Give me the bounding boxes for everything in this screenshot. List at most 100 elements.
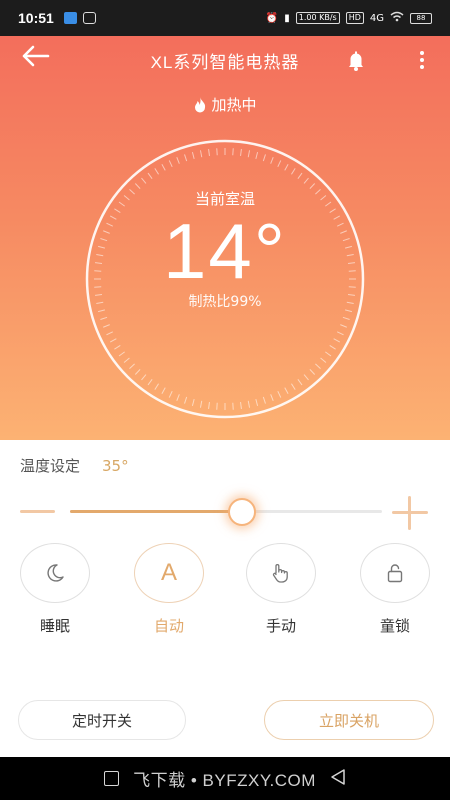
dial-tick — [325, 351, 332, 357]
mode-sleep-label: 睡眠 — [39, 617, 70, 635]
app-notification-icon — [82, 12, 96, 24]
shutdown-button[interactable]: 立即关机 — [264, 700, 434, 740]
temperature-setting: 温度设定 35° — [20, 455, 129, 476]
mode-child-lock[interactable]: 童锁 — [350, 543, 440, 636]
recent-apps-button[interactable] — [104, 771, 120, 786]
slider-fill — [70, 510, 242, 513]
dial-tick — [161, 163, 166, 171]
vibrate-icon: ▮ — [284, 12, 290, 24]
mode-auto-circle[interactable]: A — [134, 543, 204, 603]
dial-tick — [336, 331, 344, 336]
setting-value: 35° — [102, 456, 129, 475]
mode-manual-circle[interactable] — [246, 543, 316, 603]
system-nav-bar: 飞下载 • BYFZXY.COM — [0, 757, 450, 800]
notification-icon — [63, 12, 77, 24]
dial-tick — [106, 331, 114, 336]
dial-tick — [303, 374, 309, 381]
dial-tick — [284, 163, 289, 171]
nav-back-button[interactable] — [330, 768, 346, 790]
dial-tick — [240, 148, 242, 157]
dial-tick — [191, 151, 195, 160]
more-button[interactable] — [414, 48, 430, 72]
mode-sleep-circle[interactable] — [20, 543, 90, 603]
more-vertical-icon — [420, 51, 424, 69]
temperature-slider[interactable] — [70, 498, 382, 526]
mode-child-lock-circle[interactable] — [360, 543, 430, 603]
dial-tick — [109, 338, 117, 343]
dial-tick — [161, 387, 166, 395]
dial-tick — [134, 369, 141, 375]
dial-tick — [100, 316, 108, 320]
watermark-text: 飞下载 • BYFZXY.COM — [133, 771, 316, 790]
notification-button[interactable] — [344, 49, 370, 75]
hd-badge: HD — [345, 12, 364, 24]
moon-icon — [47, 564, 64, 582]
dial-tick — [103, 324, 110, 328]
dial-tick — [303, 177, 309, 184]
slider-thumb[interactable] — [227, 498, 256, 526]
hero-panel: XL系列智能电热器 加热中 当前室温 14° 制热比99% — [0, 36, 450, 440]
dial-tick — [247, 150, 251, 158]
dial-tick — [297, 379, 303, 386]
dial-tick — [277, 160, 282, 168]
dial-tick — [168, 390, 173, 398]
dial-tick — [199, 150, 203, 158]
dial-tick — [208, 148, 210, 157]
mode-sleep[interactable]: 睡眠 — [10, 543, 100, 636]
dial-tick — [168, 160, 173, 168]
dial-tick — [199, 400, 203, 408]
dial-tick — [176, 394, 180, 401]
dial-tick — [262, 396, 266, 404]
network-type: 4G — [369, 12, 384, 24]
flame-icon — [195, 97, 206, 113]
mode-selector: 睡眠 A 自动 手动 童锁 — [0, 543, 450, 643]
dial-tick — [340, 324, 347, 328]
dial-tick — [191, 398, 195, 407]
dial-tick — [147, 172, 153, 179]
heating-status-text: 加热中 — [211, 96, 257, 114]
heat-ratio: 制热比99% — [188, 294, 262, 310]
temperature-dial: 当前室温 14° 制热比99% — [84, 138, 366, 420]
dial-tick — [309, 369, 316, 375]
auto-icon: A — [160, 559, 177, 586]
dial-tick — [184, 396, 188, 404]
dial-tick — [129, 363, 135, 370]
dial-tick — [184, 154, 188, 162]
increase-button[interactable] — [392, 496, 428, 530]
dial-tick — [320, 357, 327, 363]
wifi-icon — [390, 11, 404, 25]
status-time: 10:51 — [18, 10, 54, 26]
dial-tick — [262, 154, 266, 162]
decrease-button[interactable] — [20, 499, 56, 525]
dial-tick — [114, 345, 121, 350]
dial-tick — [255, 398, 259, 407]
dial-tick — [291, 168, 296, 175]
alarm-icon: ⏰ — [265, 12, 279, 24]
triangle-back-icon — [331, 768, 345, 785]
dial-tick — [333, 338, 341, 343]
current-temperature: 14° — [163, 207, 287, 295]
dial-tick — [240, 401, 242, 410]
timer-button[interactable]: 定时开关 — [18, 700, 186, 740]
mode-child-lock-label: 童锁 — [379, 617, 410, 635]
setting-label: 温度设定 — [20, 457, 81, 475]
dial-tick — [123, 357, 130, 363]
top-bar: XL系列智能电热器 — [0, 36, 450, 84]
dial-tick — [284, 387, 289, 395]
dial-tick — [147, 379, 153, 386]
mode-manual[interactable]: 手动 — [236, 543, 326, 636]
status-bar: 10:51 ⏰ ▮ 1.00 KB/s HD 4G 88 — [0, 0, 450, 36]
battery-indicator: 88 — [410, 12, 432, 24]
dial-tick — [247, 400, 251, 408]
dial-tick — [291, 383, 296, 390]
mode-auto[interactable]: A 自动 — [124, 543, 214, 636]
dial-tick — [270, 394, 274, 401]
heating-status: 加热中 — [0, 94, 450, 115]
dial-tick — [329, 345, 336, 350]
dial-tick — [176, 157, 180, 164]
dial-tick — [255, 151, 259, 160]
mode-auto-label: 自动 — [153, 617, 184, 635]
dial-tick — [154, 383, 159, 390]
dial-tick — [118, 351, 125, 357]
mode-manual-label: 手动 — [265, 617, 296, 635]
